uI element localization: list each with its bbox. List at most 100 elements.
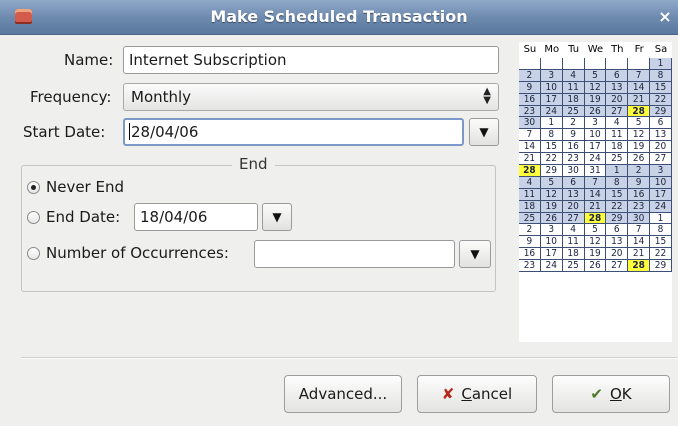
calendar-day[interactable]: 3 [584, 117, 607, 130]
calendar-day[interactable]: 10 [540, 236, 563, 249]
calendar-day[interactable]: 1 [650, 58, 672, 70]
calendar-day[interactable]: 26 [628, 153, 651, 166]
calendar-day[interactable]: 19 [540, 200, 563, 213]
calendar-day[interactable]: 1 [606, 165, 629, 177]
calendar-grid[interactable]: 1 2 3 4 5 6 7 8 9 10 11 12 13 14 15 16 17 18 19 20 21 22 23 24 2… [519, 58, 672, 273]
end-date-label[interactable]: End Date: [46, 202, 120, 232]
cancel-button[interactable]: ✘ Cancel [417, 375, 537, 413]
calendar-day[interactable]: 17 [650, 188, 672, 201]
calendar-day[interactable]: 1 [650, 212, 672, 225]
calendar-day[interactable]: 22 [650, 248, 672, 261]
calendar-day[interactable]: 8 [650, 224, 672, 237]
calendar-day[interactable]: 29 [650, 260, 672, 273]
calendar-day[interactable]: 28 [584, 212, 607, 225]
calendar-day[interactable]: 20 [606, 93, 629, 106]
calendar-day[interactable]: 15 [606, 188, 629, 201]
calendar-day[interactable]: 9 [562, 129, 585, 142]
calendar-day[interactable]: 4 [562, 69, 585, 82]
calendar-day[interactable]: 25 [519, 212, 541, 225]
occurrences-dropdown-button[interactable]: ▼ [459, 240, 491, 268]
calendar-day[interactable]: 22 [540, 153, 563, 166]
calendar-day[interactable]: 19 [628, 141, 651, 154]
calendar-day[interactable]: 17 [540, 248, 563, 261]
calendar-day[interactable]: 2 [628, 165, 651, 177]
calendar-day[interactable]: 4 [606, 117, 629, 130]
calendar-day[interactable]: 27 [562, 212, 585, 225]
calendar-day[interactable]: 9 [519, 81, 541, 94]
calendar-day[interactable]: 23 [519, 260, 541, 273]
calendar-day[interactable]: 24 [650, 200, 672, 213]
calendar-day[interactable]: 21 [584, 200, 607, 213]
calendar-day[interactable]: 21 [628, 248, 651, 261]
calendar-day[interactable]: 5 [584, 69, 607, 82]
calendar-day[interactable]: 6 [562, 176, 585, 189]
calendar-day[interactable]: 25 [606, 153, 629, 166]
calendar-day[interactable]: 13 [606, 236, 629, 249]
calendar-day[interactable]: 25 [562, 260, 585, 273]
calendar-day[interactable]: 2 [562, 117, 585, 130]
calendar-day[interactable]: 16 [519, 93, 541, 106]
calendar-day[interactable]: 23 [562, 153, 585, 166]
close-icon[interactable]: × [656, 8, 674, 26]
calendar-day[interactable]: 13 [650, 129, 672, 142]
calendar-day[interactable]: 21 [519, 153, 541, 166]
calendar-day[interactable]: 7 [628, 224, 651, 237]
end-date-dropdown-button[interactable]: ▼ [262, 203, 292, 231]
calendar-day[interactable]: 7 [584, 176, 607, 189]
calendar[interactable]: Su Mo Tu We Th Fr Sa 1 2 3 4 5 6 7 8 9 10 11 12 13 14 15 16 17… [519, 42, 672, 342]
calendar-day[interactable]: 21 [628, 93, 651, 106]
start-date-dropdown-button[interactable]: ▼ [469, 118, 499, 146]
calendar-day[interactable]: 12 [540, 188, 563, 201]
calendar-day[interactable]: 30 [562, 165, 585, 177]
calendar-day[interactable]: 10 [650, 176, 672, 189]
calendar-day[interactable]: 18 [562, 248, 585, 261]
calendar-day[interactable]: 29 [540, 165, 563, 177]
calendar-day[interactable]: 27 [650, 153, 672, 166]
calendar-day[interactable]: 19 [584, 248, 607, 261]
calendar-day[interactable]: 5 [540, 176, 563, 189]
calendar-day[interactable]: 24 [584, 153, 607, 166]
calendar-day[interactable]: 15 [540, 141, 563, 154]
calendar-day[interactable]: 8 [540, 129, 563, 142]
start-date-input[interactable]: 28/04/06 [123, 118, 464, 146]
calendar-day[interactable]: 12 [584, 81, 607, 94]
calendar-day[interactable]: 2 [519, 224, 541, 237]
calendar-day[interactable]: 27 [606, 105, 629, 118]
calendar-day[interactable]: 12 [628, 129, 651, 142]
calendar-day[interactable]: 30 [519, 117, 541, 130]
calendar-day[interactable]: 11 [606, 129, 629, 142]
calendar-day[interactable]: 16 [628, 188, 651, 201]
calendar-day[interactable]: 4 [562, 224, 585, 237]
calendar-day[interactable]: 12 [584, 236, 607, 249]
calendar-day[interactable]: 3 [650, 165, 672, 177]
calendar-day[interactable]: 22 [650, 93, 672, 106]
calendar-day[interactable]: 22 [606, 200, 629, 213]
calendar-day[interactable]: 25 [562, 105, 585, 118]
name-input[interactable]: Internet Subscription [123, 46, 499, 74]
occurrences-input[interactable] [254, 240, 455, 268]
frequency-select[interactable]: Monthly ▲ ▼ [123, 83, 499, 111]
calendar-day[interactable]: 5 [584, 224, 607, 237]
calendar-day[interactable]: 11 [562, 236, 585, 249]
calendar-day[interactable]: 26 [584, 105, 607, 118]
calendar-day[interactable]: 18 [606, 141, 629, 154]
calendar-day[interactable]: 10 [540, 81, 563, 94]
calendar-day[interactable]: 6 [606, 224, 629, 237]
calendar-day[interactable]: 27 [606, 260, 629, 273]
never-end-label[interactable]: Never End [46, 172, 124, 202]
calendar-day[interactable]: 5 [628, 117, 651, 130]
calendar-day[interactable]: 23 [519, 105, 541, 118]
calendar-day[interactable]: 4 [519, 176, 541, 189]
calendar-day[interactable]: 15 [650, 81, 672, 94]
calendar-day[interactable]: 16 [562, 141, 585, 154]
calendar-day[interactable]: 29 [606, 212, 629, 225]
calendar-day[interactable]: 14 [584, 188, 607, 201]
calendar-day[interactable]: 28 [519, 165, 541, 177]
calendar-day[interactable]: 31 [584, 165, 607, 177]
calendar-day[interactable]: 20 [606, 248, 629, 261]
calendar-day[interactable]: 28 [628, 105, 651, 118]
calendar-day[interactable]: 2 [519, 69, 541, 82]
ok-button[interactable]: ✔ OK [552, 375, 670, 413]
calendar-day[interactable]: 13 [606, 81, 629, 94]
calendar-day[interactable]: 18 [562, 93, 585, 106]
